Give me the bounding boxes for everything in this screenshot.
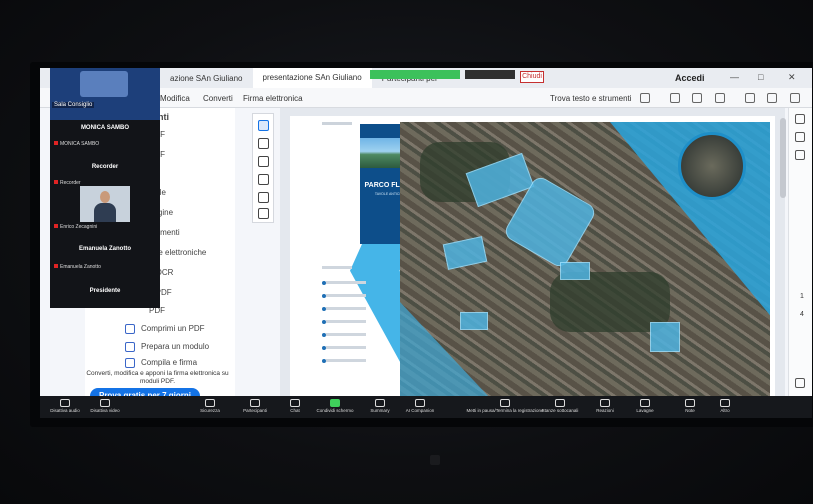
legend-line [326, 281, 366, 284]
legend-title [322, 266, 352, 269]
vertical-scrollbar[interactable] [780, 118, 786, 198]
participant-tag: MONICA SAMBO [54, 141, 99, 147]
park-area [442, 236, 488, 270]
comment-panel-icon[interactable] [795, 114, 805, 124]
page-total: 4 [800, 311, 804, 318]
right-rail [788, 108, 812, 408]
tool-fill-sign[interactable]: Compila e firma [141, 358, 197, 367]
reactions-icon [600, 399, 610, 407]
participant-tag: Enrico Zecagnini [54, 224, 97, 230]
search-icon[interactable] [640, 93, 650, 103]
more-button[interactable]: Altro [700, 399, 750, 413]
page-header-text [322, 122, 352, 125]
stamp-icon[interactable] [258, 208, 269, 219]
promo-text: Converti, modifica e apponi la firma ele… [86, 370, 229, 385]
ai-companion-icon [415, 399, 425, 407]
menu-converti[interactable]: Converti [203, 94, 233, 103]
participant-name: Recorder [91, 164, 119, 170]
cursor-icon[interactable] [258, 120, 269, 131]
page-current: 1 [800, 293, 804, 300]
shield-icon [205, 399, 215, 407]
participants-icon [250, 399, 260, 407]
textbox-icon[interactable] [258, 192, 269, 203]
legend-line [326, 346, 366, 349]
legend-line [326, 333, 366, 336]
tab-2[interactable]: presentazione SAn Giuliano [252, 68, 372, 88]
menu-modifica[interactable]: Modifica [160, 94, 190, 103]
lasso-icon[interactable] [258, 174, 269, 185]
mic-icon [60, 399, 70, 407]
save-icon[interactable] [715, 93, 725, 103]
summary-icon [375, 399, 385, 407]
zoom-icon[interactable] [795, 378, 805, 388]
mail-icon[interactable] [790, 93, 800, 103]
compress-icon [125, 324, 135, 334]
park-area [650, 322, 680, 352]
annotation-toolbar [252, 113, 274, 223]
tool-prepare-form[interactable]: Prepara un modulo [141, 342, 209, 351]
notes-icon [685, 399, 695, 407]
locator-map-circle [678, 132, 746, 200]
print-icon[interactable] [670, 93, 680, 103]
participant-name: MONICA SAMBO [80, 125, 130, 131]
zoom-participants-panel: Sala Consiglio MONICA SAMBO MONICA SAMBO… [50, 68, 160, 308]
security-button[interactable]: Sicurezza [185, 399, 235, 413]
legend-line [326, 294, 366, 297]
chat-icon [290, 399, 300, 407]
form-icon [125, 342, 135, 352]
copy-icon[interactable] [795, 150, 805, 160]
video-icon [100, 399, 110, 407]
share-icon[interactable] [745, 93, 755, 103]
participant-name: Presidente [89, 288, 121, 294]
participant-tag: Recorder [54, 180, 81, 186]
participant-tag: Emanuela Zanotto [54, 264, 101, 270]
login-button[interactable]: Accedi [675, 73, 705, 83]
find-text-tools[interactable]: Trova testo e strumenti [550, 94, 632, 103]
more-icon [720, 399, 730, 407]
sign-icon [125, 358, 135, 368]
apps-icon [640, 399, 650, 407]
ai-companion-button[interactable]: AI Companion [395, 399, 445, 413]
park-area [460, 312, 488, 330]
comment-icon[interactable] [258, 138, 269, 149]
zoom-meeting-controls: Disattiva audio Disattiva video Sicurezz… [40, 396, 812, 418]
record-icon [500, 399, 510, 407]
aerial-map [400, 122, 770, 398]
legend-line [326, 307, 366, 310]
export-icon[interactable] [795, 132, 805, 142]
menu-firma-elettronica[interactable]: Firma elettronica [243, 94, 303, 103]
share-screen-icon [330, 399, 340, 407]
legend-line [326, 320, 366, 323]
park-area [560, 262, 590, 280]
close-button[interactable]: ✕ [788, 72, 796, 83]
link-icon[interactable] [767, 93, 777, 103]
stop-share-button[interactable]: Chiudi [520, 71, 544, 83]
share-screen-button[interactable]: Condividi schermo [310, 399, 360, 413]
whiteboards-button[interactable]: Lavagne [620, 399, 670, 413]
zoom-sharing-info [465, 70, 515, 79]
municipality-logo [80, 71, 128, 97]
pdf-page: PARCO FLUVIALE TAVOLE ANTICIPATRICE [290, 116, 775, 401]
room-badge: Sala Consiglio [52, 102, 95, 108]
stop-video-button[interactable]: Disattiva video [80, 399, 130, 413]
rooms-icon [555, 399, 565, 407]
monitor-screen: azione SAn Giuliano presentazione SAn Gi… [40, 68, 812, 418]
maximize-button[interactable]: □ [758, 72, 763, 82]
monitor-stand-point [430, 455, 440, 465]
participant-name: Emanuela Zanotto [78, 246, 131, 252]
participant-body [94, 203, 116, 222]
legend-line [326, 359, 366, 362]
upload-icon[interactable] [692, 93, 702, 103]
pen-icon[interactable] [258, 156, 269, 167]
participant-face [100, 191, 110, 203]
tab-1[interactable]: azione SAn Giuliano [160, 74, 253, 83]
minimize-button[interactable]: — [730, 72, 739, 82]
zoom-sharing-banner [370, 70, 460, 79]
tool-compress-pdf[interactable]: Comprimi un PDF [141, 324, 205, 333]
breakout-rooms-button[interactable]: Stanze sottocanali [535, 399, 585, 413]
